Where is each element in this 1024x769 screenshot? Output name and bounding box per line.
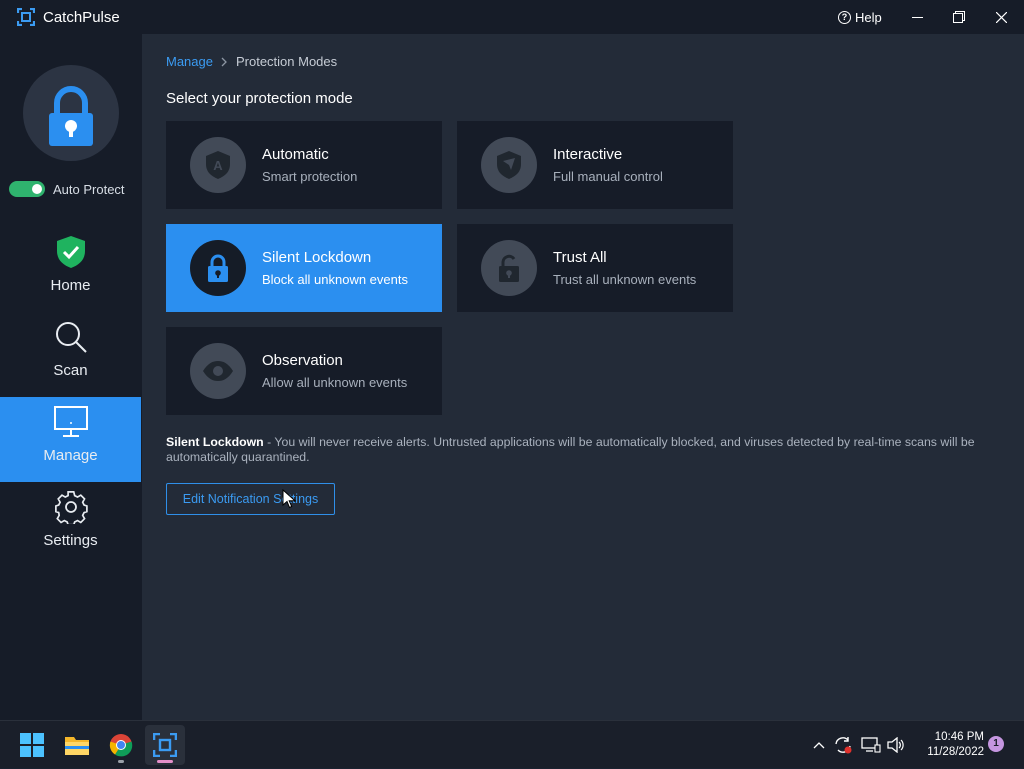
clock-time: 10:46 PM [934,731,984,743]
auto-protect-toggle[interactable] [9,181,45,197]
nav-item-settings[interactable]: Settings [0,482,141,567]
start-icon [20,733,44,757]
close-icon [995,11,1007,23]
description-mode-name: Silent Lockdown [166,435,264,449]
clock-date: 11/28/2022 [927,746,984,758]
close-button[interactable] [981,0,1021,34]
minimize-icon [911,16,923,18]
help-label: Help [855,10,882,25]
nav-item-manage[interactable]: Manage [0,397,141,482]
main-content: Manage Protection Modes Select your prot… [142,34,1024,720]
mode-title: Observation [262,352,343,369]
nav-label-scan: Scan [53,362,88,379]
catchpulse-icon [153,733,177,757]
monitor-icon [53,406,88,437]
running-indicator [118,760,124,763]
sidebar: Auto Protect Home Scan Manage Settings [0,34,142,720]
taskbar-file-explorer[interactable] [57,725,97,765]
mode-card-interactive[interactable]: Interactive Full manual control [457,121,733,209]
shield-a-icon: A [206,151,230,179]
nav-item-home[interactable]: Home [0,227,141,312]
protection-status-badge [23,65,119,161]
nav-item-scan[interactable]: Scan [0,312,141,397]
shield-cursor-icon [497,151,521,179]
help-button[interactable]: ? Help [838,10,882,25]
mode-card-silent-lockdown[interactable]: Silent Lockdown Block all unknown events [166,224,442,312]
network-icon [861,737,881,753]
lock-icon [208,254,228,282]
app-title: CatchPulse [43,9,120,26]
chrome-icon [109,734,133,757]
nav-label-manage: Manage [43,447,98,464]
sync-status-tray[interactable] [832,721,854,769]
unlock-icon [499,254,519,282]
mode-description: Silent Lockdown - You will never receive… [166,435,1006,465]
show-hidden-icons-button[interactable] [809,721,829,769]
chevron-right-icon [221,57,227,66]
taskbar-catchpulse[interactable] [145,725,185,765]
mode-title: Automatic [262,146,329,163]
speaker-icon [887,737,904,753]
clock[interactable]: 10:46 PM 11/28/2022 [914,730,984,760]
start-button[interactable] [12,725,52,765]
restore-button[interactable] [939,0,979,34]
auto-protect-label: Auto Protect [53,181,125,197]
mode-subtitle: Allow all unknown events [262,375,408,390]
mode-subtitle: Block all unknown events [262,272,408,287]
chevron-up-icon [813,742,825,749]
taskbar: 10:46 PM 11/28/2022 [0,720,1024,768]
question-icon: ? [838,11,851,24]
shield-check-icon [56,236,85,268]
file-explorer-icon [65,737,89,755]
description-text: - You will never receive alerts. Untrust… [166,435,975,464]
taskbar-chrome[interactable] [101,725,141,765]
breadcrumb-manage-link[interactable]: Manage [166,54,213,69]
network-tray[interactable] [859,721,883,769]
gear-icon [54,491,88,524]
mode-subtitle: Trust all unknown events [553,272,697,287]
mode-subtitle: Full manual control [553,169,663,184]
svg-text:A: A [213,158,223,173]
nav-label-settings: Settings [43,532,98,549]
mode-title: Trust All [553,249,607,266]
volume-tray[interactable] [885,721,907,769]
mouse-cursor-icon [282,489,296,509]
padlock-icon [49,86,93,146]
auto-protect-row: Auto Protect [9,181,125,197]
mode-card-automatic[interactable]: A Automatic Smart protection [166,121,442,209]
nav-label-home: Home [50,277,91,294]
mode-title: Silent Lockdown [262,249,372,266]
mode-card-trust-all[interactable]: Trust All Trust all unknown events [457,224,733,312]
magnifier-icon [55,322,87,353]
eye-icon [203,361,233,381]
restore-icon [953,11,965,23]
minimize-button[interactable] [897,0,937,34]
title-bar: CatchPulse ? Help [0,0,1024,34]
app-window: CatchPulse ? Help Auto Protect Home Scan… [0,0,1024,720]
page-title: Select your protection mode [166,90,353,107]
notification-badge[interactable]: 1 [988,736,1004,752]
running-indicator [157,760,173,763]
breadcrumb-current: Protection Modes [235,54,338,69]
edit-notification-settings-button[interactable]: Edit Notification Settings [166,483,335,515]
mode-card-observation[interactable]: Observation Allow all unknown events [166,327,442,415]
sync-alert-icon [835,737,852,754]
mode-subtitle: Smart protection [262,169,358,184]
mode-title: Interactive [553,146,623,163]
breadcrumb: Manage Protection Modes [166,54,337,69]
catchpulse-logo-icon [17,8,35,26]
